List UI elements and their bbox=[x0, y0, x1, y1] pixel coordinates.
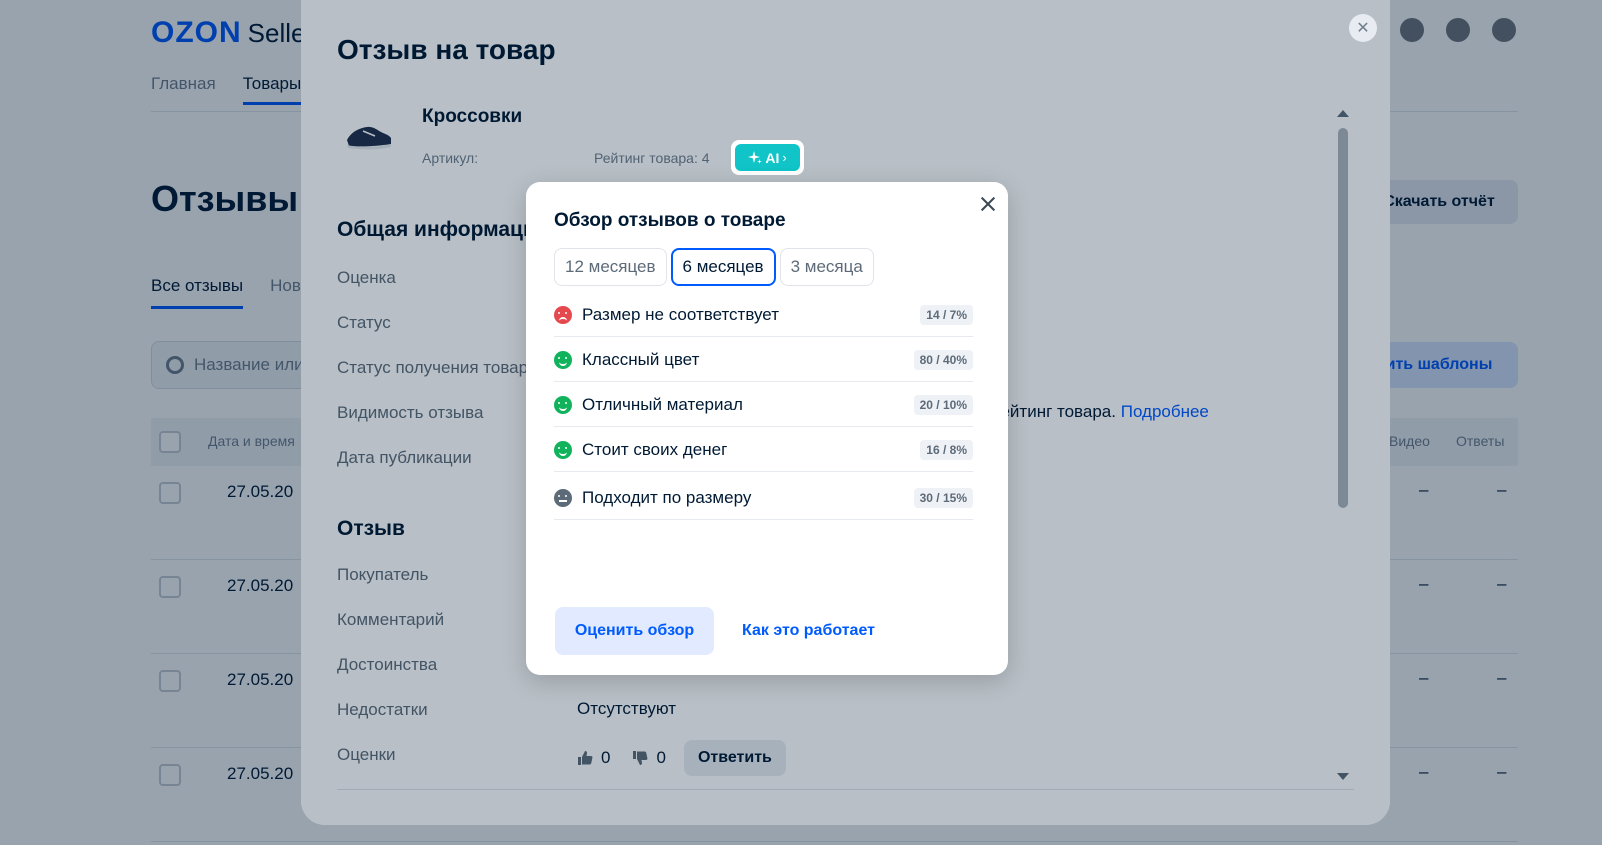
topic-name: Отличный материал bbox=[582, 394, 743, 414]
topic-name: Подходит по размеру bbox=[582, 487, 752, 507]
topic-name: Стоит своих денег bbox=[582, 439, 728, 459]
sparkle-icon bbox=[748, 150, 763, 164]
period-3-months[interactable]: 3 месяца bbox=[779, 248, 874, 286]
ai-summary-button[interactable]: AI › bbox=[735, 144, 800, 171]
smile-face-icon bbox=[554, 350, 572, 369]
ai-badge-label: AI bbox=[765, 149, 780, 166]
period-6-months[interactable]: 6 месяцев bbox=[670, 248, 776, 286]
smile-face-icon bbox=[554, 395, 572, 414]
smile-face-icon bbox=[554, 440, 572, 459]
period-selector: 12 месяцев 6 месяцев 3 месяца bbox=[554, 248, 874, 286]
topic-stat: 30 / 15% bbox=[913, 487, 973, 508]
list-item[interactable]: Подходит по размеру 30 / 15% bbox=[554, 476, 973, 520]
period-12-months[interactable]: 12 месяцев bbox=[554, 248, 667, 286]
topic-name: Размер не соответствует bbox=[582, 304, 779, 324]
close-icon[interactable] bbox=[976, 192, 1000, 216]
list-item[interactable]: Классный цвет 80 / 40% bbox=[554, 338, 973, 382]
topic-stat: 20 / 10% bbox=[913, 394, 973, 415]
close-icon[interactable]: ✕ bbox=[1349, 14, 1377, 42]
topic-stat: 14 / 7% bbox=[920, 304, 973, 325]
topic-stat: 80 / 40% bbox=[913, 349, 973, 370]
list-item[interactable]: Стоит своих денег 16 / 8% bbox=[554, 428, 973, 472]
review-summary-popup: Обзор отзывов о товаре 12 месяцев 6 меся… bbox=[526, 182, 1008, 675]
sad-face-icon bbox=[554, 305, 572, 324]
topic-stat: 16 / 8% bbox=[920, 439, 973, 460]
rate-summary-button[interactable]: Оценить обзор bbox=[555, 607, 714, 655]
list-item[interactable]: Размер не соответствует 14 / 7% bbox=[554, 293, 973, 337]
list-item[interactable]: Отличный материал 20 / 10% bbox=[554, 383, 973, 427]
how-it-works-link[interactable]: Как это работает bbox=[742, 622, 875, 640]
chevron-right-icon: › bbox=[782, 150, 787, 165]
popup-title: Обзор отзывов о товаре bbox=[554, 210, 786, 231]
topic-name: Классный цвет bbox=[582, 349, 700, 369]
neutral-face-icon bbox=[554, 488, 572, 507]
